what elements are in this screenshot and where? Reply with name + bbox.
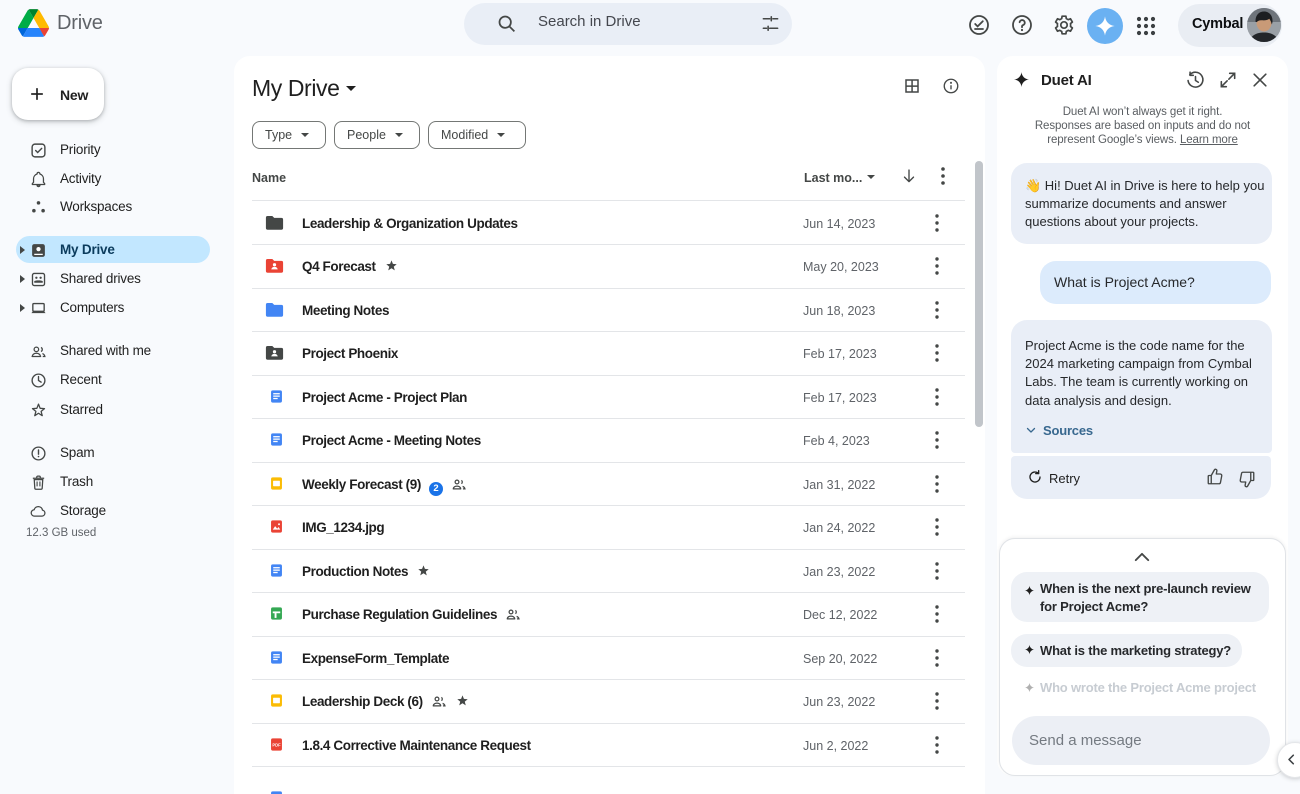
svg-text:PDF: PDF	[272, 742, 281, 747]
